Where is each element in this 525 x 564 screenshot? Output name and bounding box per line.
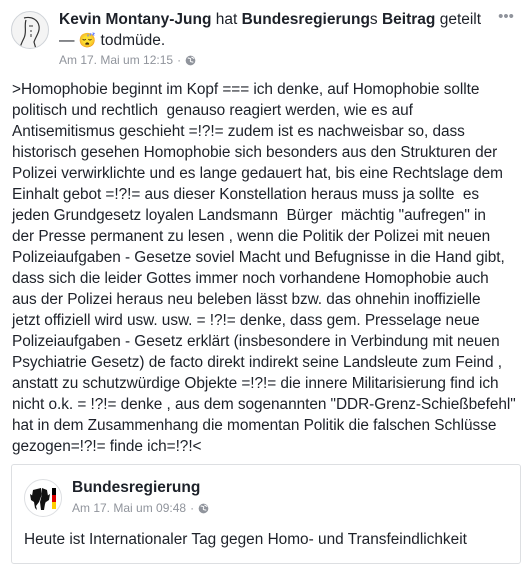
shared-page-avatar[interactable] xyxy=(24,479,62,517)
shared-page-name[interactable]: Bundesregierung xyxy=(72,479,200,497)
more-options-icon[interactable]: ••• xyxy=(496,8,516,25)
shared-globe-icon xyxy=(198,503,209,513)
meta-separator: · xyxy=(177,53,182,67)
post-body-text: >Homophobie beginnt im Kopf === ich denk… xyxy=(12,81,516,455)
shared-meta-separator: · xyxy=(190,501,195,515)
eagle-flag-logo-icon xyxy=(30,488,56,510)
post-timestamp[interactable]: Am 17. Mai um 12:15 xyxy=(59,53,173,67)
feeling-text: todmüde. xyxy=(96,32,166,49)
header-verb-shared: geteilt xyxy=(435,11,482,28)
sketch-portrait-icon xyxy=(19,16,40,48)
shared-page-link[interactable]: Bundesregierung xyxy=(242,11,370,28)
sleeping-emoji-icon: 😴 xyxy=(78,32,97,48)
shared-post-card[interactable]: Bundesregierung Am 17. Mai um 09:48 · He… xyxy=(11,464,521,564)
shared-post-timestamp[interactable]: Am 17. Mai um 09:48 xyxy=(72,501,186,515)
header-dash: — xyxy=(59,32,79,49)
author-name[interactable]: Kevin Montany-Jung xyxy=(59,11,211,28)
header-verb: hat xyxy=(211,11,242,28)
post-meta: Am 17. Mai um 12:15 · xyxy=(59,53,196,67)
globe-icon xyxy=(185,55,196,65)
post-link[interactable]: Beitrag xyxy=(382,11,435,28)
author-avatar[interactable] xyxy=(11,11,49,49)
possessive-suffix: s xyxy=(369,11,382,28)
shared-post-meta: Am 17. Mai um 09:48 · xyxy=(72,501,209,515)
post-header: Kevin Montany-Jung hat Bundesregierungs … xyxy=(59,10,499,51)
shared-post-text: Heute ist Internationaler Tag gegen Homo… xyxy=(24,531,467,548)
